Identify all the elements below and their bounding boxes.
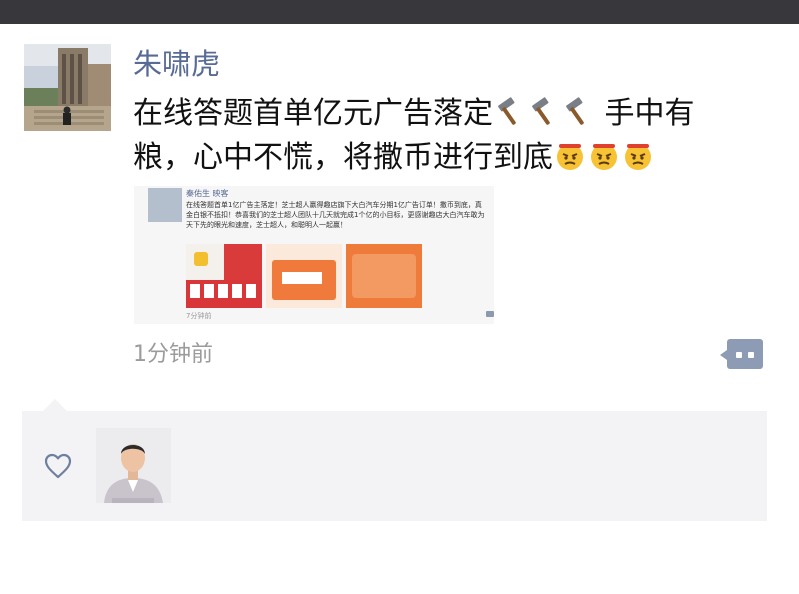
shared-text: 在线答题首单1亿广告主落定！芝士超人赢得趣店旗下大白汽车分期1亿广告订单！撒币到… — [186, 201, 485, 229]
poster-name[interactable]: 朱啸虎 — [133, 44, 220, 84]
post-text-line1: 在线答题首单亿元广告落定 — [133, 96, 493, 131]
shared-photo-1 — [186, 244, 262, 308]
hammer-emoji — [529, 96, 559, 126]
angry-face-emoji — [555, 140, 585, 170]
shared-avatar — [148, 188, 182, 222]
shared-name: 秦佑生 映客 — [186, 189, 229, 198]
angry-face-emoji — [589, 140, 619, 170]
angry-face-emoji — [623, 140, 653, 170]
likes-panel — [22, 411, 767, 521]
hammer-emoji — [563, 96, 593, 126]
hammer-emoji — [495, 96, 525, 126]
poster-avatar[interactable] — [24, 44, 111, 131]
shared-screenshot-image[interactable]: 秦佑生 映客 在线答题首单1亿广告主落定！芝士超人赢得趣店旗下大白汽车分期1亿广… — [134, 186, 494, 324]
liker-avatar[interactable] — [96, 428, 171, 503]
shared-photo-2 — [266, 244, 342, 308]
shared-comment-icon — [486, 311, 494, 317]
comment-bubble-tail — [720, 350, 727, 360]
post-text-line2: 粮，心中不慌，将撒币进行到底 — [133, 140, 553, 175]
post-text: 在线答题首单亿元广告落定 手中有 粮，心中不慌，将撒币进行到底 — [133, 92, 783, 180]
shared-photo-3 — [346, 244, 422, 308]
top-status-bar — [0, 0, 799, 24]
post-time: 1分钟前 — [133, 342, 213, 367]
post-text-line1-tail: 手中有 — [595, 96, 695, 131]
comment-button[interactable] — [720, 339, 763, 369]
likes-panel-pointer — [43, 399, 67, 411]
heart-icon — [44, 453, 72, 479]
shared-time: 7分钟前 — [186, 312, 212, 320]
